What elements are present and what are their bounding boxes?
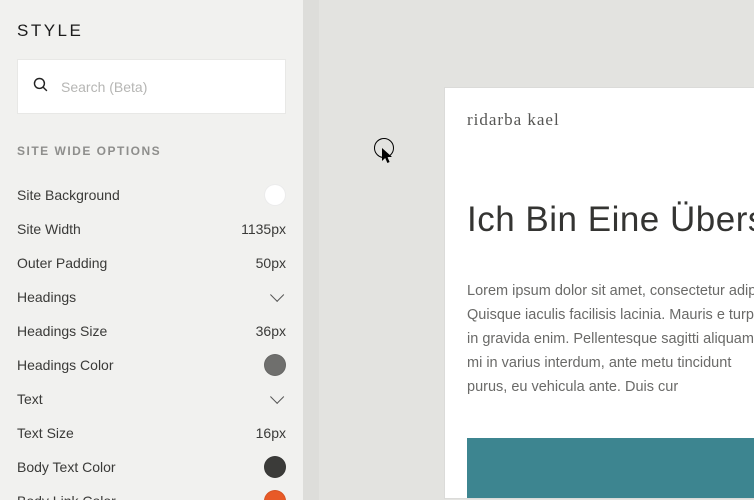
search-box[interactable] <box>17 59 286 114</box>
option-body-text-color[interactable]: Body Text Color <box>17 450 286 484</box>
body-text: Lorem ipsum dolor sit amet, consectetur … <box>467 280 754 400</box>
option-label: Headings <box>17 289 76 305</box>
option-label: Headings Size <box>17 323 107 339</box>
option-body-link-color[interactable]: Body Link Color <box>17 484 286 500</box>
option-label: Body Link Color <box>17 493 116 500</box>
preview-page: ridarba kael Ich Bin Eine Übersch Lorem … <box>445 88 754 498</box>
color-swatch[interactable] <box>264 354 286 376</box>
panel-title: STYLE <box>17 21 286 41</box>
image-block <box>467 438 754 498</box>
chevron-down-icon <box>270 390 284 404</box>
option-label: Headings Color <box>17 357 114 373</box>
option-label: Outer Padding <box>17 255 107 271</box>
color-swatch[interactable] <box>264 456 286 478</box>
search-input[interactable] <box>61 79 271 95</box>
option-headings[interactable]: Headings <box>17 280 286 314</box>
option-text-size[interactable]: Text Size 16px <box>17 416 286 450</box>
option-text[interactable]: Text <box>17 382 286 416</box>
option-headings-color[interactable]: Headings Color <box>17 348 286 382</box>
preview-canvas[interactable]: ridarba kael Ich Bin Eine Übersch Lorem … <box>303 0 754 500</box>
color-swatch[interactable] <box>264 184 286 206</box>
style-sidebar: STYLE SITE WIDE OPTIONS Site Background … <box>0 0 303 500</box>
chevron-down-icon <box>270 288 284 302</box>
option-value: 1135px <box>241 221 286 237</box>
option-value: 16px <box>256 425 286 441</box>
option-outer-padding[interactable]: Outer Padding 50px <box>17 246 286 280</box>
page-heading: Ich Bin Eine Übersch <box>467 200 754 240</box>
canvas-inner: ridarba kael Ich Bin Eine Übersch Lorem … <box>319 0 754 500</box>
option-label: Text Size <box>17 425 74 441</box>
option-label: Site Background <box>17 187 120 203</box>
option-label: Site Width <box>17 221 81 237</box>
search-icon <box>32 76 49 98</box>
option-site-width[interactable]: Site Width 1135px <box>17 212 286 246</box>
option-value: 36px <box>256 323 286 339</box>
site-title: ridarba kael <box>467 110 754 130</box>
section-label: SITE WIDE OPTIONS <box>17 144 286 158</box>
option-headings-size[interactable]: Headings Size 36px <box>17 314 286 348</box>
option-label: Body Text Color <box>17 459 116 475</box>
color-swatch[interactable] <box>264 490 286 500</box>
option-value: 50px <box>256 255 286 271</box>
option-label: Text <box>17 391 43 407</box>
option-site-background[interactable]: Site Background <box>17 178 286 212</box>
